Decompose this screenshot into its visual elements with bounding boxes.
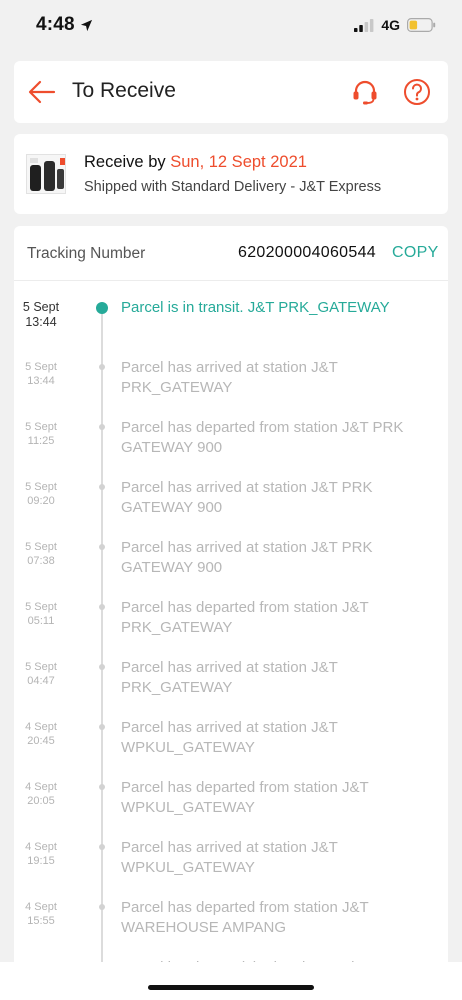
tracking-number-row: Tracking Number 620200004060544 COPY <box>14 226 448 281</box>
event-time: 19:15 <box>27 855 55 867</box>
event-description: Parcel has arrived at station J&T WPKUL_… <box>121 839 338 876</box>
event-description: Parcel has departed from station J&T PRK… <box>121 599 369 636</box>
home-indicator[interactable] <box>148 985 314 990</box>
timeline-dot <box>99 664 105 670</box>
event-datetime: 4 Sept 20:05 <box>14 780 68 808</box>
timeline-dot <box>99 904 105 910</box>
tracking-number-label: Tracking Number <box>27 245 146 262</box>
event-datetime: 5 Sept 13:44 <box>14 360 68 388</box>
shipping-method: Shipped with Standard Delivery - J&T Exp… <box>84 179 382 195</box>
event-date: 5 Sept <box>25 541 57 553</box>
product-thumbnail <box>26 154 66 194</box>
headset-icon <box>353 80 377 105</box>
timeline-dot <box>99 784 105 790</box>
event-date: 4 Sept <box>25 901 57 913</box>
help-circle-icon <box>404 79 430 105</box>
event-date: 4 Sept <box>25 781 57 793</box>
event-datetime: 5 Sept 13:44 <box>14 300 68 330</box>
event-description: Parcel has departed from station J&T WPK… <box>121 779 369 816</box>
battery-icon <box>407 18 436 32</box>
tracking-card: Tracking Number 620200004060544 COPY 5 S… <box>14 226 448 966</box>
receive-by-label: Receive by <box>84 153 166 171</box>
timeline-dot <box>99 364 105 370</box>
event-description: Parcel has arrived at station J&T PRK_GA… <box>121 659 338 696</box>
event-datetime: 5 Sept 04:47 <box>14 660 68 688</box>
tracking-number: 620200004060544 <box>238 244 376 261</box>
event-time: 05:11 <box>27 615 55 627</box>
timeline-dot <box>99 844 105 850</box>
timeline-dot <box>99 424 105 430</box>
event-time: 13:44 <box>25 315 57 329</box>
event-description: Parcel has arrived at station J&T PRK GA… <box>121 479 373 516</box>
event-datetime: 5 Sept 11:25 <box>14 420 68 448</box>
status-bar: 4:48 4G <box>0 0 462 50</box>
event-time: 15:55 <box>27 915 55 927</box>
signal-icon <box>354 18 374 32</box>
timeline-dot <box>99 484 105 490</box>
event-date: 5 Sept <box>25 481 57 493</box>
help-button[interactable] <box>402 77 432 107</box>
delivery-info-card: Receive by Sun, 12 Sept 2021 Shipped wit… <box>14 134 448 214</box>
event-datetime: 5 Sept 07:38 <box>14 540 68 568</box>
event-time: 04:47 <box>27 675 55 687</box>
event-time: 07:38 <box>27 555 55 567</box>
event-datetime: 4 Sept 20:45 <box>14 720 68 748</box>
event-time: 20:05 <box>27 795 55 807</box>
event-description: Parcel has departed from station J&T PRK… <box>121 419 404 456</box>
event-date: 5 Sept <box>25 661 57 673</box>
time-group: 4:48 <box>36 14 93 36</box>
chat-support-button[interactable] <box>350 77 380 107</box>
event-datetime: 5 Sept 05:11 <box>14 600 68 628</box>
bottom-safe-area <box>0 962 462 1000</box>
event-time: 11:25 <box>27 435 55 447</box>
event-description: Parcel has arrived at station J&T WPKUL_… <box>121 719 338 756</box>
timeline-dot-active <box>96 302 108 314</box>
back-button[interactable] <box>28 79 56 105</box>
timeline-line <box>101 310 103 966</box>
event-time: 13:44 <box>27 375 55 387</box>
event-date: 5 Sept <box>25 601 57 613</box>
network-type: 4G <box>381 17 400 33</box>
header-bar: To Receive <box>14 61 448 123</box>
event-description: Parcel has arrived at station J&T PRK GA… <box>121 539 373 576</box>
copy-button[interactable]: COPY <box>392 244 439 262</box>
location-arrow-icon <box>80 19 92 31</box>
back-arrow-icon <box>28 80 56 104</box>
event-date: 5 Sept <box>25 421 57 433</box>
event-time: 09:20 <box>27 495 55 507</box>
event-description: Parcel has departed from station J&T WAR… <box>121 899 369 936</box>
event-date: 4 Sept <box>25 721 57 733</box>
event-description: Parcel has arrived at station J&T PRK_GA… <box>121 359 338 396</box>
event-datetime: 4 Sept 15:55 <box>14 900 68 928</box>
event-date: 5 Sept <box>25 361 57 373</box>
event-datetime: 5 Sept 09:20 <box>14 480 68 508</box>
event-datetime: 4 Sept 19:15 <box>14 840 68 868</box>
status-indicators: 4G <box>354 17 436 33</box>
event-date: 5 Sept <box>22 300 60 314</box>
estimated-delivery: Receive by Sun, 12 Sept 2021 <box>84 153 307 172</box>
page-title: To Receive <box>72 79 176 102</box>
event-description: Parcel is in transit. J&T PRK_GATEWAY <box>121 299 390 316</box>
timeline-dot <box>99 604 105 610</box>
receive-date: Sun, 12 Sept 2021 <box>170 153 307 171</box>
event-date: 4 Sept <box>25 841 57 853</box>
timeline-dot <box>99 544 105 550</box>
timeline-dot <box>99 724 105 730</box>
status-time: 4:48 <box>36 14 75 35</box>
event-time: 20:45 <box>27 735 55 747</box>
